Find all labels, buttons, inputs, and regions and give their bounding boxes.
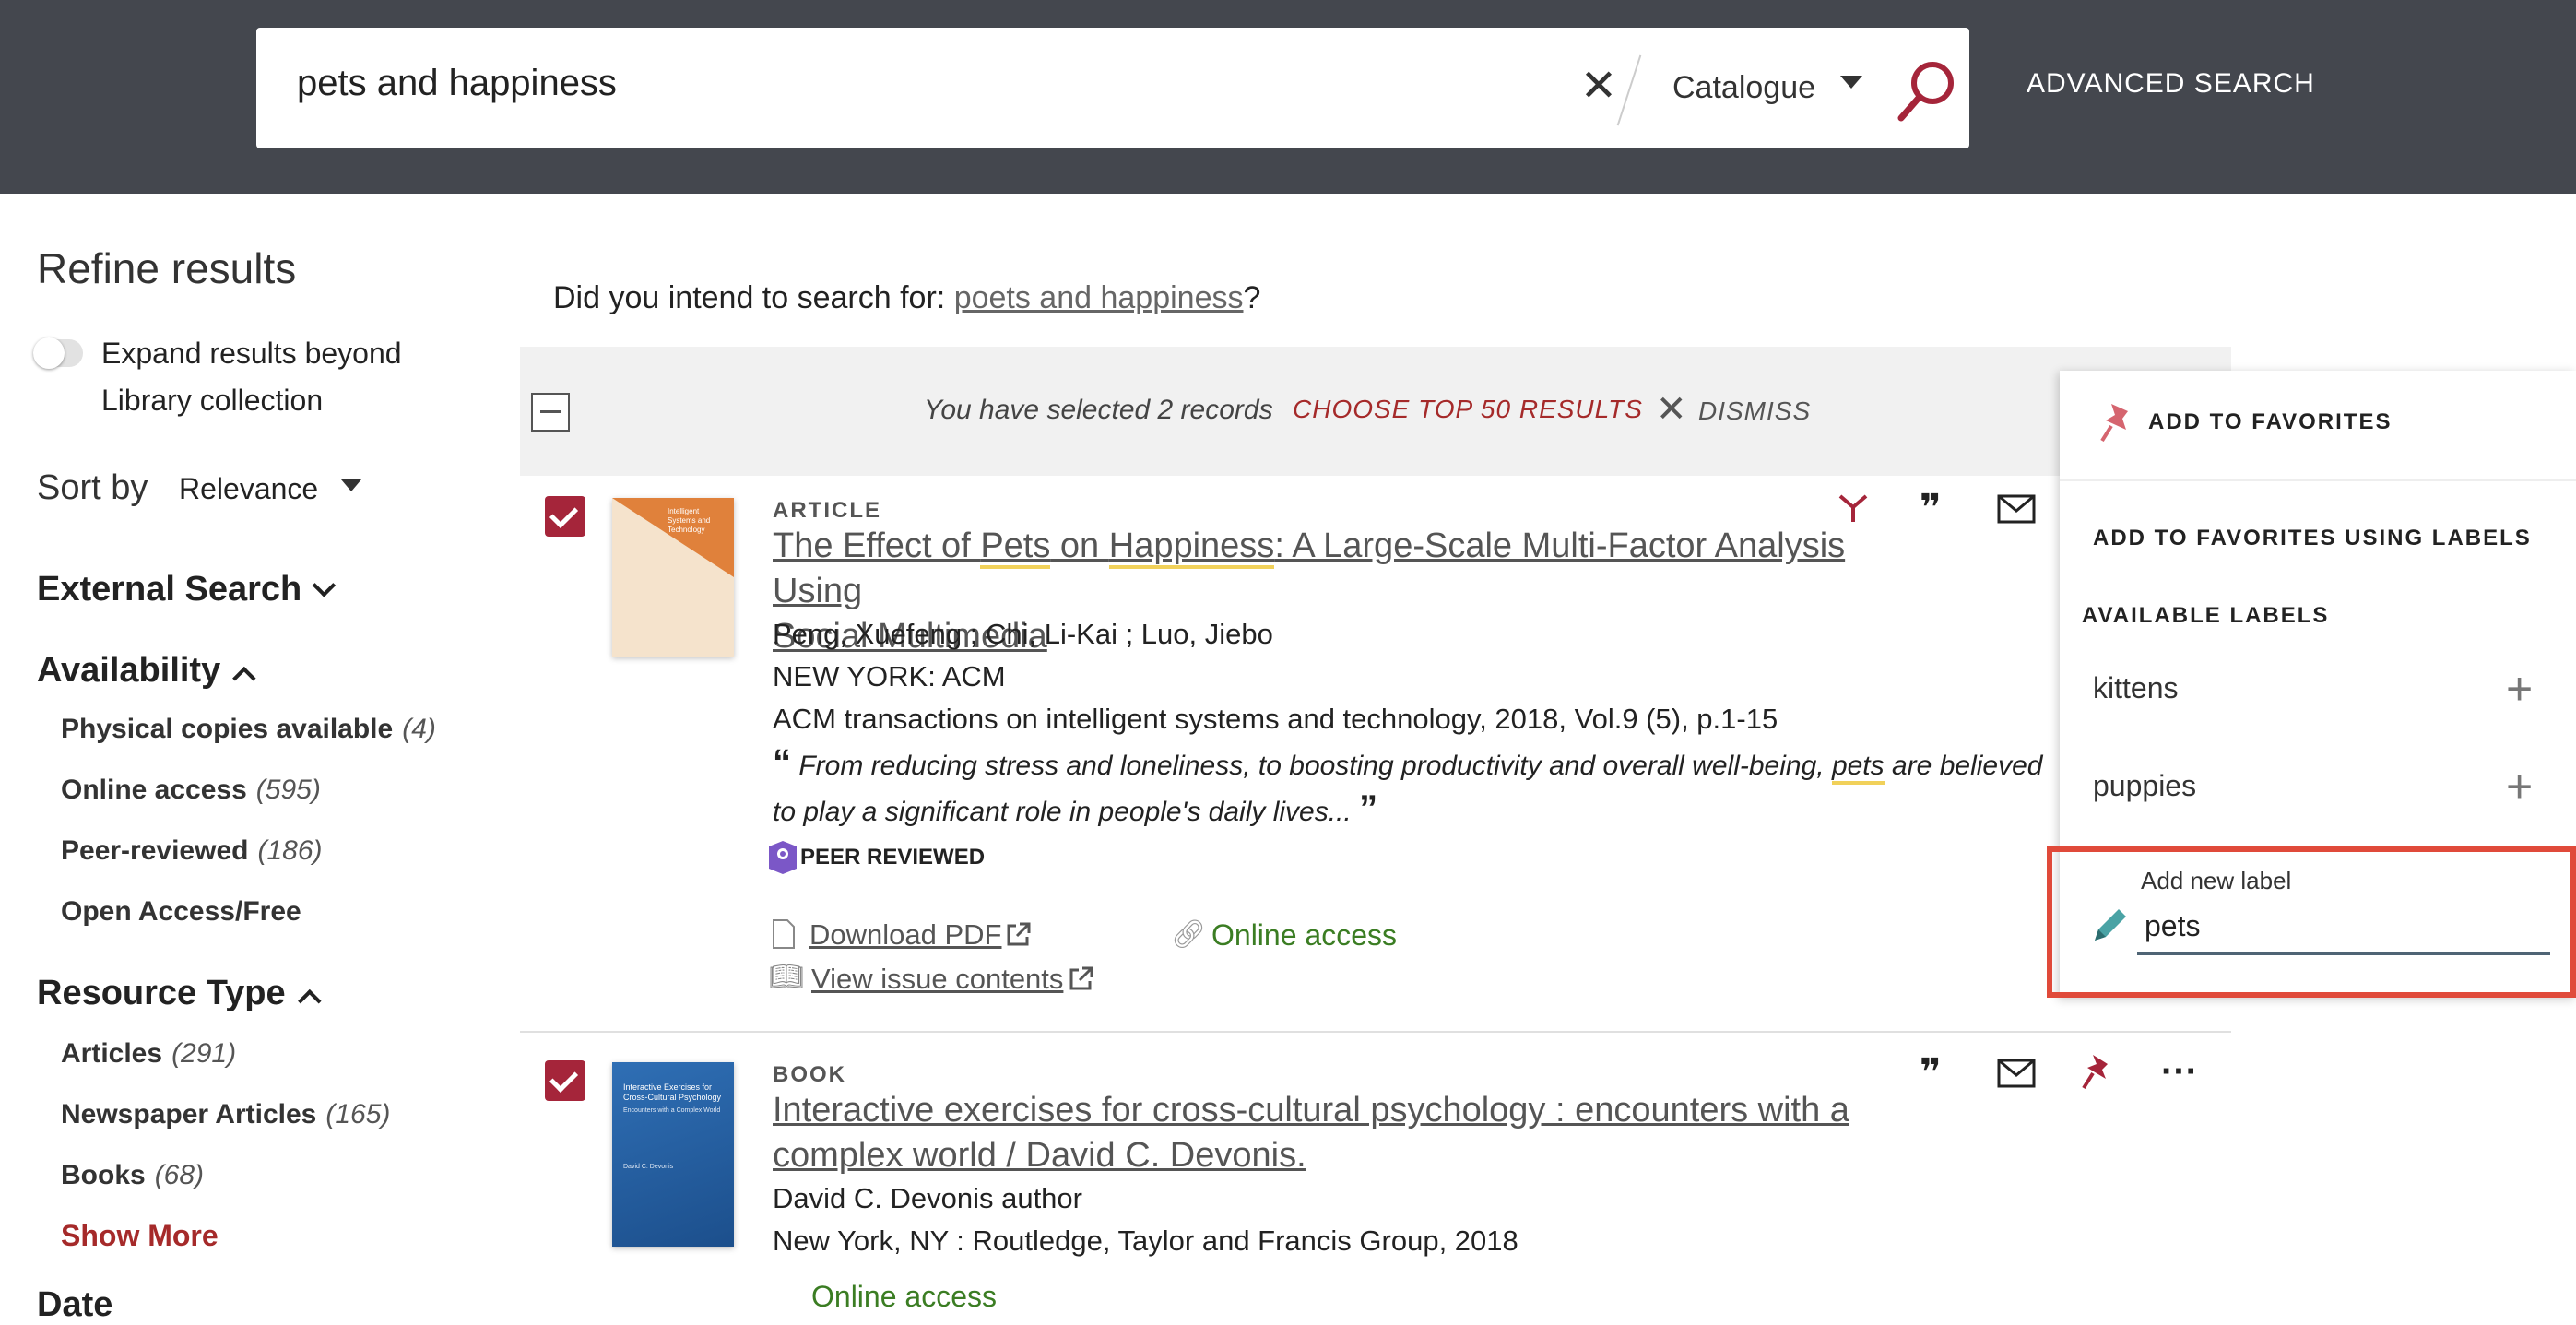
dismiss-link[interactable]: DISMISS <box>1698 396 1811 426</box>
facet-item-physical[interactable]: Physical copies available (4) <box>61 714 436 745</box>
label-item-puppies[interactable]: puppies <box>2093 769 2196 803</box>
peer-reviewed-icon <box>769 841 797 874</box>
result-source: ACM transactions on intelligent systems … <box>773 703 1778 735</box>
new-label-input[interactable]: pets <box>2145 909 2200 943</box>
citation-trail-icon[interactable] <box>1837 491 1870 524</box>
chevron-up-icon <box>297 988 322 1013</box>
cover-author: David C. Devonis <box>623 1164 674 1170</box>
choose-top-50-link[interactable]: CHOOSE TOP 50 RESULTS <box>1293 395 1643 424</box>
online-access-link[interactable]: Online access <box>1211 918 1397 952</box>
search-icon[interactable] <box>1894 57 1958 124</box>
result-type: BOOK <box>773 1062 846 1087</box>
facet-item-open-access[interactable]: Open Access/Free <box>61 896 301 928</box>
facet-item-articles[interactable]: Articles (291) <box>61 1038 236 1070</box>
result-divider <box>520 1031 2231 1033</box>
input-underline <box>2137 952 2550 955</box>
toggle-knob[interactable] <box>33 337 65 369</box>
close-icon[interactable]: ✕ <box>1573 61 1625 112</box>
available-labels-heading: AVAILABLE LABELS <box>2082 603 2330 628</box>
result-author: David C. Devonis author <box>773 1182 1082 1214</box>
result-title-link[interactable]: Interactive exercises for cross-cultural… <box>773 1088 1934 1178</box>
facet-item-online[interactable]: Online access (595) <box>61 775 321 806</box>
did-you-mean: Did you intend to search for: poets and … <box>553 280 1261 315</box>
sort-label: Sort by <box>37 468 148 507</box>
search-box[interactable]: pets and happiness ✕ Catalogue <box>256 28 1969 148</box>
quote-icon: “ <box>773 742 791 783</box>
facet-item-peer-reviewed[interactable]: Peer-reviewed (186) <box>61 835 323 867</box>
chevron-up-icon <box>232 666 256 691</box>
advanced-search-link[interactable]: ADVANCED SEARCH <box>2027 68 2315 100</box>
book-icon: 📖︎ <box>769 962 805 992</box>
popup-divider <box>2060 479 2576 481</box>
result-abstract: “ From reducing stress and loneliness, t… <box>773 742 2043 829</box>
external-link-icon <box>1007 922 1031 946</box>
external-search-heading[interactable]: External Search <box>37 570 337 609</box>
online-access-link[interactable]: Online access <box>811 1280 997 1314</box>
using-labels-heading: ADD TO FAVORITES USING LABELS <box>2093 526 2532 550</box>
result-authors: Peng, Xuefeng ; Chi, Li-Kai ; Luo, Jiebo <box>773 618 1273 650</box>
facet-item-books[interactable]: Books (68) <box>61 1160 204 1191</box>
result-publisher: NEW YORK: ACM <box>773 660 1006 692</box>
caret-down-icon[interactable] <box>1840 76 1862 89</box>
scope-select[interactable]: Catalogue <box>1672 70 1815 106</box>
add-to-favorites-button[interactable]: ADD TO FAVORITES <box>2148 409 2392 435</box>
external-link-icon <box>1069 966 1093 990</box>
search-input[interactable]: pets and happiness <box>297 63 617 104</box>
label-item-kittens[interactable]: kittens <box>2093 671 2178 705</box>
availability-heading[interactable]: Availability <box>37 651 256 691</box>
close-icon[interactable]: ✕ <box>1656 391 1687 428</box>
selection-count: You have selected 2 records <box>924 395 1273 425</box>
date-heading[interactable]: Date <box>37 1285 112 1325</box>
cover-title: Interactive Exercises for Cross-Cultural… <box>623 1082 722 1102</box>
quote-icon[interactable]: ❞ <box>1920 487 1941 529</box>
link-icon: 🔗︎ <box>1171 919 1207 950</box>
cover-subtitle: Encounters with a Complex World <box>623 1107 721 1114</box>
plus-icon[interactable]: + <box>2506 666 2533 712</box>
show-more-link[interactable]: Show More <box>61 1219 219 1253</box>
select-all-checkbox[interactable] <box>531 393 570 432</box>
did-you-mean-link[interactable]: poets and happiness <box>954 280 1244 315</box>
chevron-down-icon <box>312 574 337 597</box>
result-thumbnail[interactable]: Interactive Exercises for Cross-Cultural… <box>612 1062 734 1247</box>
pin-icon[interactable] <box>2080 1051 2117 1092</box>
expand-label: Expand results beyond Library collection <box>101 337 402 417</box>
result-type: ARTICLE <box>773 498 881 523</box>
peer-reviewed-badge: PEER REVIEWED <box>800 845 986 870</box>
pencil-icon <box>2095 909 2126 941</box>
result-publisher: New York, NY : Routledge, Taylor and Fra… <box>773 1224 1518 1257</box>
result-checkbox[interactable] <box>545 496 585 537</box>
resource-type-heading[interactable]: Resource Type <box>37 974 322 1013</box>
facet-item-newspaper[interactable]: Newspaper Articles (165) <box>61 1099 390 1130</box>
plus-icon[interactable]: + <box>2506 763 2533 810</box>
cover-title: Intelligent Systems and Technology <box>668 507 711 534</box>
download-pdf-link[interactable]: Download PDF <box>809 918 1001 952</box>
caret-down-icon[interactable] <box>341 479 361 491</box>
email-icon[interactable] <box>1997 494 2036 524</box>
sort-select[interactable]: Relevance <box>179 472 318 506</box>
refine-title: Refine results <box>37 244 297 292</box>
quote-icon[interactable]: ❞ <box>1920 1051 1941 1094</box>
pdf-icon <box>773 919 795 949</box>
view-issue-link[interactable]: View issue contents <box>811 963 1063 996</box>
pin-icon <box>2100 404 2128 443</box>
new-label-caption: Add new label <box>2141 867 2292 894</box>
email-icon[interactable] <box>1997 1059 2036 1088</box>
quote-icon: ” <box>1359 788 1378 829</box>
more-icon[interactable]: ··· <box>2161 1051 2198 1093</box>
result-checkbox[interactable] <box>545 1060 585 1101</box>
result-thumbnail[interactable]: Intelligent Systems and Technology <box>612 498 734 657</box>
